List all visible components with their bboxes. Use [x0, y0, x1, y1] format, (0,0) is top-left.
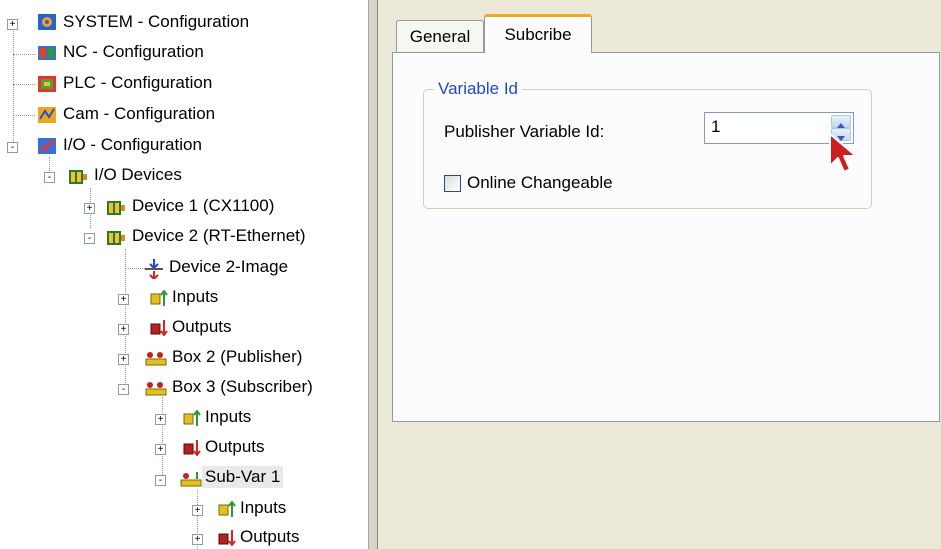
tab-subscribe[interactable]: Subcribe — [484, 14, 592, 53]
mouse-cursor-icon — [829, 133, 857, 173]
configuration-tree[interactable]: + SYSTEM - Configuration NC - Configurat… — [0, 0, 368, 549]
collapse-icon[interactable]: - — [155, 475, 166, 486]
expand-icon[interactable]: + — [155, 414, 166, 425]
io-config-icon — [38, 138, 56, 154]
group-title: Variable Id — [434, 79, 523, 99]
tree-item-outputs[interactable]: + Outputs — [0, 315, 368, 343]
collapse-icon[interactable]: - — [44, 172, 55, 183]
tree-item-inputs[interactable]: + Inputs — [0, 285, 368, 313]
device-icon — [107, 231, 125, 245]
tree-item-device-2-image[interactable]: Device 2-Image — [0, 255, 368, 283]
tab-general[interactable]: General — [396, 20, 484, 52]
properties-panel: General Subcribe Variable Id Publisher V… — [378, 0, 941, 549]
spin-up-button[interactable] — [831, 115, 851, 128]
tree-item-device-1[interactable]: + Device 1 (CX1100) — [0, 194, 368, 222]
outputs-icon — [183, 440, 201, 456]
tree-item-plc-configuration[interactable]: PLC - Configuration — [0, 71, 368, 99]
tree-item-label: Outputs — [240, 527, 300, 546]
tree-item-label: Inputs — [205, 407, 252, 426]
cam-config-icon — [38, 107, 56, 123]
tree-item-label: Inputs — [172, 287, 219, 306]
expand-icon[interactable]: + — [118, 324, 129, 335]
tab-label: General — [409, 26, 471, 46]
expand-icon[interactable]: + — [192, 505, 203, 516]
expand-icon[interactable]: + — [84, 203, 95, 214]
tree-item-label: I/O - Configuration — [63, 135, 202, 154]
publisher-variable-id-label: Publisher Variable Id: — [444, 122, 605, 141]
variable-id-group: Variable Id Publisher Variable Id: 1 Onl… — [423, 79, 872, 209]
process-image-icon — [145, 259, 163, 279]
expand-icon[interactable]: + — [192, 534, 203, 545]
system-config-icon — [38, 14, 56, 30]
collapse-icon[interactable]: - — [7, 142, 18, 153]
expand-icon[interactable]: + — [118, 294, 129, 305]
tree-item-box-2[interactable]: + Box 2 (Publisher) — [0, 345, 368, 373]
collapse-icon[interactable]: - — [118, 384, 129, 395]
tree-item-label: Outputs — [205, 437, 265, 456]
tree-item-label: Device 1 (CX1100) — [132, 196, 275, 215]
tree-item-outputs[interactable]: + Outputs — [0, 525, 368, 549]
tree-item-label: Box 3 (Subscriber) — [172, 377, 313, 396]
tree-item-nc-configuration[interactable]: NC - Configuration — [0, 40, 368, 68]
tree-item-io-configuration[interactable]: - I/O - Configuration — [0, 133, 368, 161]
tree-item-inputs[interactable]: + Inputs — [0, 405, 368, 433]
online-changeable-checkbox[interactable] — [444, 174, 461, 192]
io-devices-icon — [69, 170, 87, 184]
tree-item-label: SYSTEM - Configuration — [63, 12, 250, 31]
tree-item-label: Box 2 (Publisher) — [172, 347, 303, 366]
plc-config-icon — [38, 76, 56, 92]
tab-page-subscribe: Variable Id Publisher Variable Id: 1 Onl… — [392, 52, 940, 422]
sub-var-icon — [180, 472, 202, 487]
collapse-icon[interactable]: - — [84, 233, 95, 244]
tree-item-label: PLC - Configuration — [63, 73, 213, 92]
expand-icon[interactable]: + — [155, 444, 166, 455]
tree-item-cam-configuration[interactable]: Cam - Configuration — [0, 102, 368, 130]
outputs-icon — [218, 530, 236, 546]
tree-item-label: I/O Devices — [94, 165, 182, 184]
panel-splitter[interactable] — [368, 0, 378, 549]
tree-item-label: Device 2-Image — [169, 257, 289, 276]
outputs-icon — [150, 320, 168, 336]
tree-item-label: Cam - Configuration — [63, 104, 216, 123]
box-icon — [145, 352, 167, 366]
tree-item-sub-var-1[interactable]: - Sub-Var 1 — [0, 466, 368, 494]
nc-config-icon — [38, 46, 56, 60]
inputs-icon — [150, 290, 168, 306]
tree-item-outputs[interactable]: + Outputs — [0, 435, 368, 463]
tree-item-device-2[interactable]: - Device 2 (RT-Ethernet) — [0, 224, 368, 252]
expand-icon[interactable]: + — [118, 354, 129, 365]
inputs-icon — [183, 410, 201, 426]
tree-item-label: Inputs — [240, 498, 287, 517]
tab-label: Subcribe — [504, 25, 572, 44]
online-changeable-row[interactable]: Online Changeable — [444, 172, 613, 194]
tree-item-box-3[interactable]: - Box 3 (Subscriber) — [0, 375, 368, 403]
expand-icon[interactable]: + — [7, 19, 18, 30]
tree-item-io-devices[interactable]: - I/O Devices — [0, 163, 368, 191]
tree-item-label: Device 2 (RT-Ethernet) — [132, 226, 306, 245]
online-changeable-label[interactable]: Online Changeable — [467, 173, 613, 193]
publisher-variable-id-value[interactable]: 1 — [711, 117, 720, 137]
box-icon — [145, 382, 167, 396]
tree-item-inputs[interactable]: + Inputs — [0, 496, 368, 524]
device-icon — [107, 201, 125, 215]
tree-item-system-configuration[interactable]: + SYSTEM - Configuration — [0, 10, 368, 38]
tree-item-label: Outputs — [172, 317, 232, 336]
tree-item-label: Sub-Var 1 — [202, 466, 284, 488]
inputs-icon — [218, 501, 236, 517]
tree-item-label: NC - Configuration — [63, 42, 204, 61]
